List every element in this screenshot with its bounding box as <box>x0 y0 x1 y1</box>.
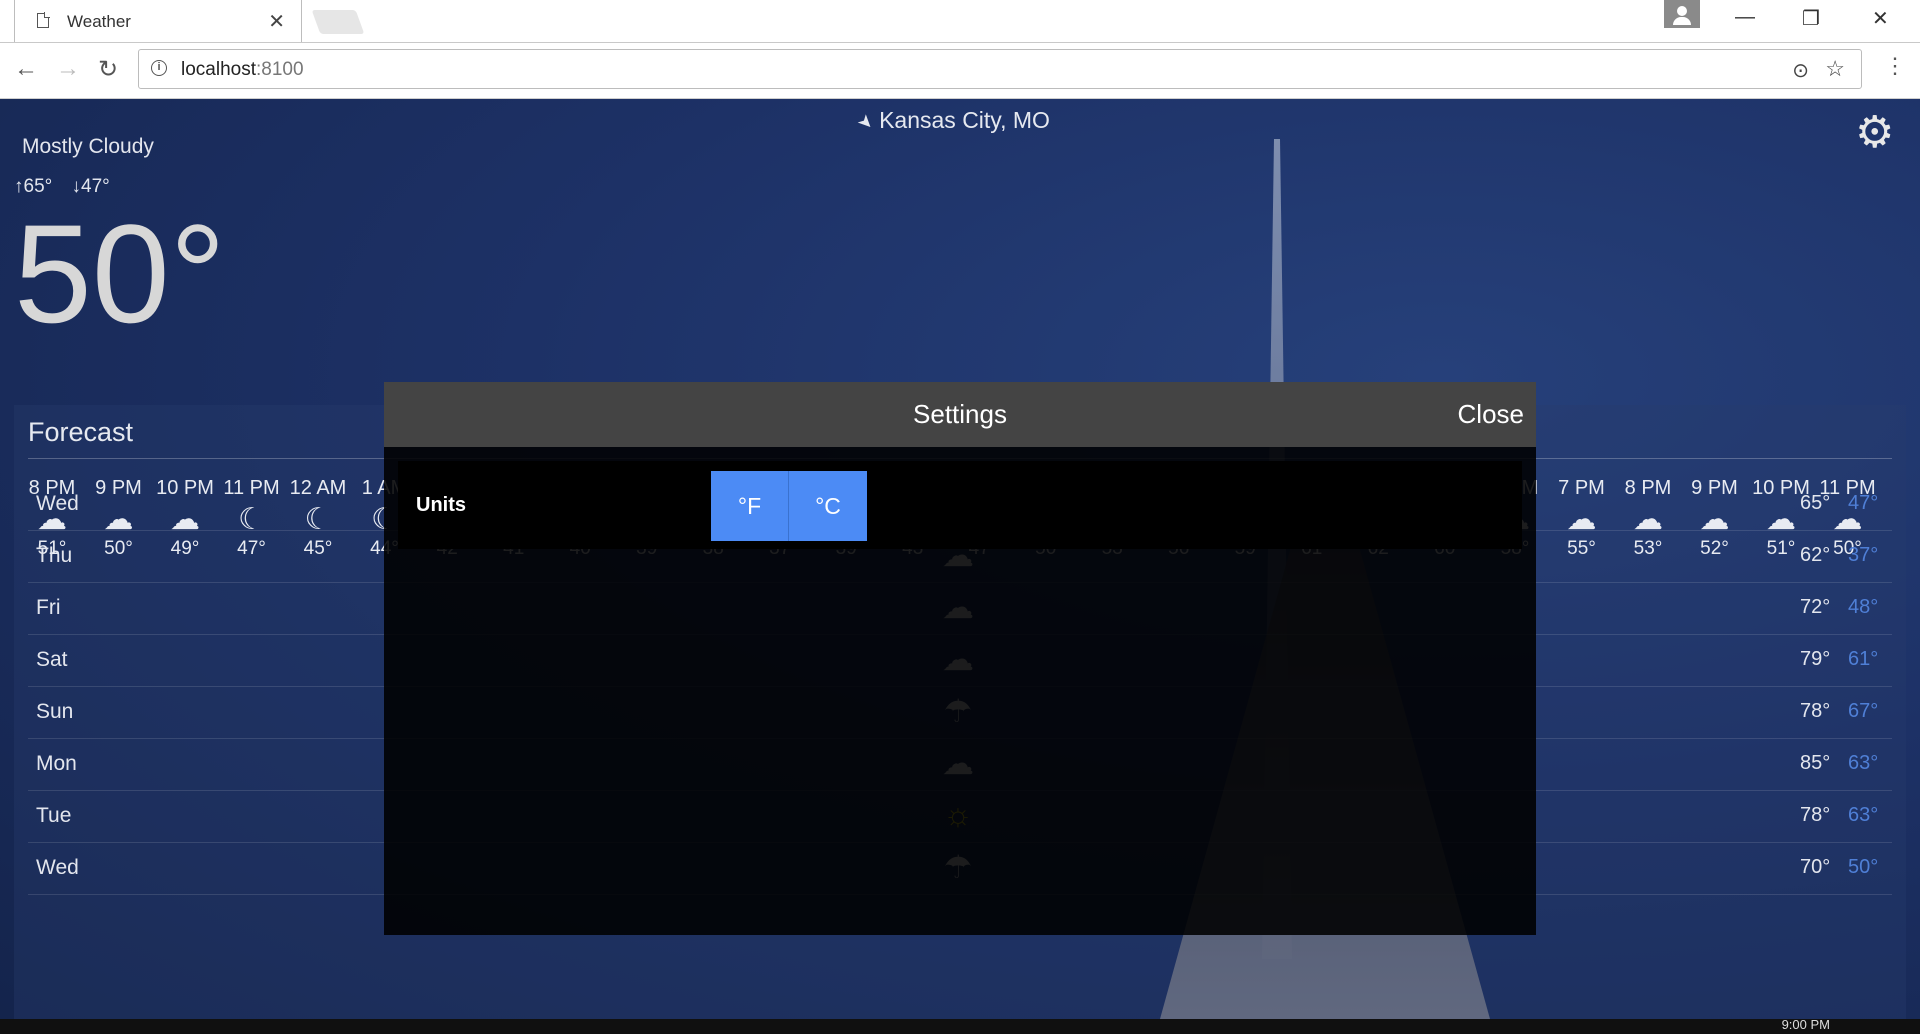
minimize-button[interactable]: — <box>1735 6 1755 29</box>
day-name: Sat <box>36 648 68 671</box>
browser-tab[interactable]: Weather ✕ <box>14 0 302 42</box>
tab-close-icon[interactable]: ✕ <box>268 9 285 34</box>
day-low: 37° <box>1848 544 1879 566</box>
address-bar-row: ← → ↻ i localhost:8100 ⊙ ☆ ⋮ <box>0 43 1920 99</box>
current-condition: Mostly Cloudy <box>22 135 154 158</box>
celsius-button[interactable]: °C <box>789 471 867 541</box>
current-temperature: 50° <box>14 195 226 352</box>
day-high: 85° <box>1800 752 1831 774</box>
location-label: ➤Kansas City, MO <box>853 107 1050 135</box>
day-high: 78° <box>1800 804 1831 826</box>
low-temp-value: 47° <box>81 176 110 197</box>
day-low: 50° <box>1848 856 1879 878</box>
restore-button[interactable]: ❐ <box>1802 6 1820 31</box>
gear-icon[interactable]: ⚙ <box>1855 107 1894 158</box>
down-arrow-icon: ↓ <box>71 176 82 197</box>
day-name: Wed <box>36 492 79 515</box>
back-arrow-icon[interactable]: ← <box>14 55 38 83</box>
fahrenheit-button[interactable]: °F <box>711 471 789 541</box>
up-arrow-icon: ↑ <box>14 176 24 197</box>
day-high: 62° <box>1800 544 1831 566</box>
low-temp: ↓47° <box>72 176 110 197</box>
day-low: 63° <box>1848 752 1879 774</box>
day-low: 63° <box>1848 804 1879 826</box>
url-host: localhost <box>181 59 256 80</box>
tab-title: Weather <box>67 12 131 31</box>
day-high: 72° <box>1800 596 1831 618</box>
forecast-title: Forecast <box>28 417 134 447</box>
url-port: :8100 <box>256 59 304 80</box>
url-input[interactable]: i localhost:8100 ⊙ ☆ <box>138 49 1862 89</box>
settings-modal-header: Settings Close <box>384 382 1536 447</box>
profile-icon[interactable] <box>1664 0 1700 28</box>
reload-icon[interactable]: ↻ <box>98 55 118 84</box>
forward-arrow-icon[interactable]: → <box>56 55 80 83</box>
weather-app: ➤Kansas City, MO ⚙ Mostly Cloudy ↑65° ↓4… <box>0 99 1920 1019</box>
high-temp: ↑65° <box>14 176 52 197</box>
day-name: Sun <box>36 700 74 723</box>
day-name: Wed <box>36 856 79 879</box>
units-setting-row: Units °F °C <box>398 461 1522 549</box>
bookmark-star-icon[interactable]: ☆ <box>1825 56 1845 82</box>
location-arrow-icon: ➤ <box>853 109 879 135</box>
day-name: Tue <box>36 804 72 827</box>
day-high: 65° <box>1800 492 1831 514</box>
document-icon <box>37 12 50 28</box>
new-tab-button[interactable] <box>311 10 365 34</box>
url-text: localhost:8100 <box>181 59 304 81</box>
day-name: Mon <box>36 752 77 775</box>
info-icon[interactable]: i <box>151 60 167 76</box>
close-button[interactable]: Close <box>1458 382 1524 447</box>
location-text: Kansas City, MO <box>879 107 1050 133</box>
os-taskbar: 9:00 PM <box>0 1017 1920 1034</box>
day-low: 61° <box>1848 648 1879 670</box>
day-high: 79° <box>1800 648 1831 670</box>
units-label: Units <box>416 494 466 516</box>
day-high: 70° <box>1800 856 1831 878</box>
day-low: 48° <box>1848 596 1879 618</box>
day-low: 67° <box>1848 700 1879 722</box>
window-close-button[interactable]: ✕ <box>1872 6 1889 31</box>
day-name: Fri <box>36 596 61 619</box>
location-target-icon[interactable]: ⊙ <box>1792 58 1809 83</box>
high-temp-value: 65° <box>23 176 53 197</box>
browser-menu-icon[interactable]: ⋮ <box>1884 53 1906 79</box>
day-high: 78° <box>1800 700 1831 722</box>
browser-tab-bar: Weather ✕ — ❐ ✕ <box>0 0 1920 43</box>
day-name: Thu <box>36 544 73 567</box>
taskbar-clock: 9:00 PM <box>1781 1017 1830 1032</box>
day-low: 47° <box>1848 492 1879 514</box>
settings-title: Settings <box>913 399 1007 429</box>
